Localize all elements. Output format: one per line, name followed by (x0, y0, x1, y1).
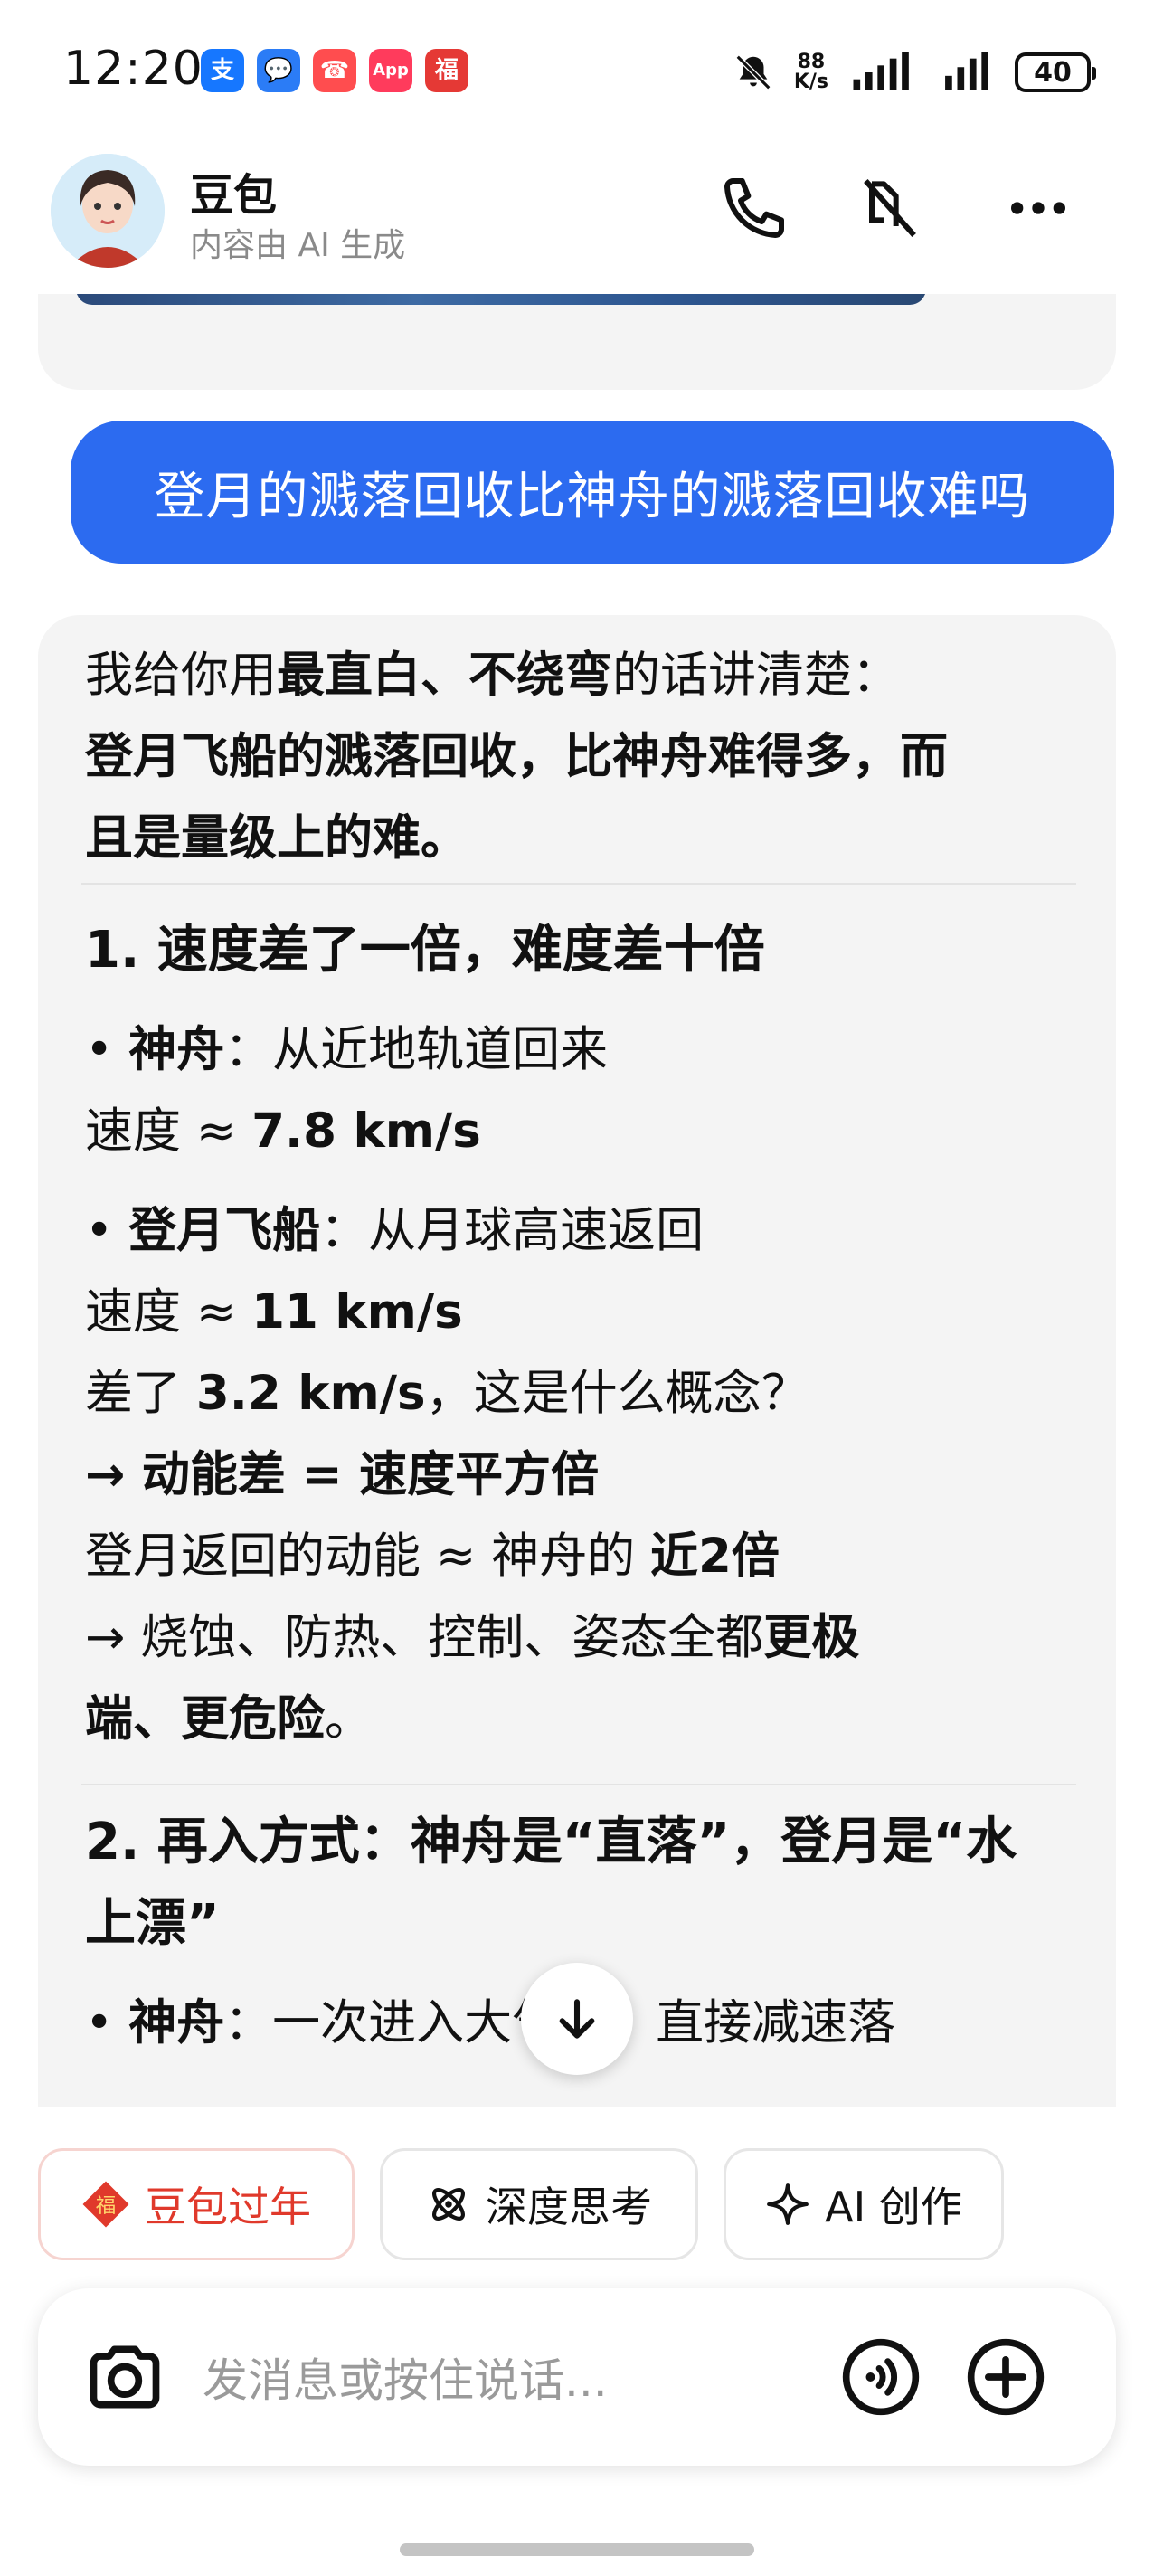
section-2-title-line-1: 2. 再入方式：神舟是“直落”，登月是“水 (85, 1813, 1017, 1871)
status-time: 12:20 (63, 42, 203, 96)
divider (81, 883, 1076, 885)
messages-icon: 💬 (257, 49, 300, 92)
assistant-reply[interactable]: 我给你用最直白、不绕弯的话讲清楚： 登月飞船的溅落回收，比神舟难得多，而 且是量… (38, 615, 1116, 2107)
reply-intro: 我给你用最直白、不绕弯的话讲清楚： 登月飞船的溅落回收，比神舟难得多，而 且是量… (85, 635, 1080, 879)
signal-icon (853, 52, 909, 90)
avatar[interactable] (51, 154, 165, 268)
more-options-icon[interactable] (1002, 172, 1074, 244)
phone-call-icon[interactable] (718, 172, 790, 244)
chat-area[interactable]: 登月的溅落回收比神舟的溅落回收难吗 我给你用最直白、不绕弯的话讲清楚： 登月飞船… (0, 294, 1154, 2107)
speaker-muted-icon[interactable] (854, 172, 926, 244)
chat-header: 豆包 内容由 AI 生成 (0, 136, 1154, 294)
ai-create-chip[interactable]: AI 创作 (724, 2148, 1004, 2260)
energy-line: → 动能差 = 速度平方倍 (85, 1447, 600, 1502)
previous-message-bubble (38, 294, 1116, 390)
arrow-down-icon (559, 1999, 595, 2039)
alipay-icon: 支 (201, 49, 244, 92)
status-right: 88 K/s 40 (733, 45, 1096, 99)
voice-call-icon[interactable] (839, 2335, 922, 2419)
net-speed-value: 88 (797, 51, 826, 73)
previous-message-image[interactable] (76, 294, 926, 305)
atom-icon (432, 2188, 465, 2221)
net-speed-unit: K/s (793, 71, 828, 93)
sparkle-icon (767, 2183, 809, 2225)
user-message[interactable]: 登月的溅落回收比神舟的溅落回收难吗 (71, 421, 1114, 564)
section-1-title: 1. 速度差了一倍，难度差十倍 (85, 921, 765, 980)
new-year-chip[interactable]: 福 豆包过年 (38, 2148, 355, 2260)
deep-think-chip[interactable]: 深度思考 (380, 2148, 698, 2260)
deep-think-chip-label: 深度思考 (486, 2183, 652, 2231)
new-year-chip-label: 豆包过年 (145, 2183, 311, 2231)
section-1: 1. 速度差了一倍，难度差十倍 • 神舟：从近地轨道回来 速度 ≈ 7.8 km… (85, 910, 1080, 1760)
ai-disclaimer: 内容由 AI 生成 (190, 227, 406, 264)
shenzhou-speed: 速度 ≈ 7.8 km/s (85, 1103, 481, 1159)
quick-action-chips: 福 豆包过年 深度思考 AI 创作 (0, 2148, 1154, 2261)
reply-summary-line-1: 登月飞船的溅落回收，比神舟难得多，而 (85, 729, 948, 784)
ai-create-chip-label: AI 创作 (825, 2183, 962, 2231)
energy-compare: 登月返回的动能 ≈ 神舟的 近2倍 (85, 1529, 780, 1584)
camera-icon[interactable] (83, 2335, 166, 2419)
bot-name: 豆包 (190, 170, 278, 221)
home-indicator[interactable] (400, 2543, 754, 2556)
lunar-speed: 速度 ≈ 11 km/s (85, 1284, 463, 1340)
extreme-line-2: 端、更危险。 (85, 1691, 373, 1747)
bell-muted-icon (735, 54, 771, 90)
message-input[interactable]: 发消息或按住说话... (203, 2344, 608, 2410)
reply-summary-line-2: 且是量级上的难。 (85, 810, 468, 866)
app-gallery-icon: App (369, 49, 412, 92)
svg-text:福: 福 (96, 2194, 117, 2218)
scroll-to-bottom-button[interactable] (521, 1963, 633, 2075)
plus-icon[interactable] (964, 2335, 1047, 2419)
reply-line: 我给你用最直白、不绕弯的话讲清楚： (85, 648, 900, 703)
status-bar: 12:20 支 💬 ☎ App 福 88 K/s 40 (0, 0, 1154, 136)
extreme-line-1: → 烧蚀、防热、控制、姿态全都更极 (85, 1610, 860, 1665)
fortune-icon: 福 (82, 2181, 129, 2228)
divider (81, 1784, 1076, 1785)
speed-difference: 差了 3.2 km/s，这是什么概念？ (85, 1366, 809, 1421)
signal-icon-2 (945, 52, 988, 90)
net-speed: 88 K/s (794, 52, 828, 92)
battery-icon: 40 (1015, 52, 1096, 92)
section-2-title-line-2: 上漂” (85, 1894, 220, 1953)
red-packet-icon: 福 (425, 49, 468, 92)
message-input-bar: 发消息或按住说话... (38, 2288, 1116, 2466)
phone-missed-icon: ☎ (313, 49, 356, 92)
shenzhou-item: • 神舟：从近地轨道回来 (85, 1022, 609, 1077)
lunar-item: • 登月飞船：从月球高速返回 (85, 1203, 705, 1258)
